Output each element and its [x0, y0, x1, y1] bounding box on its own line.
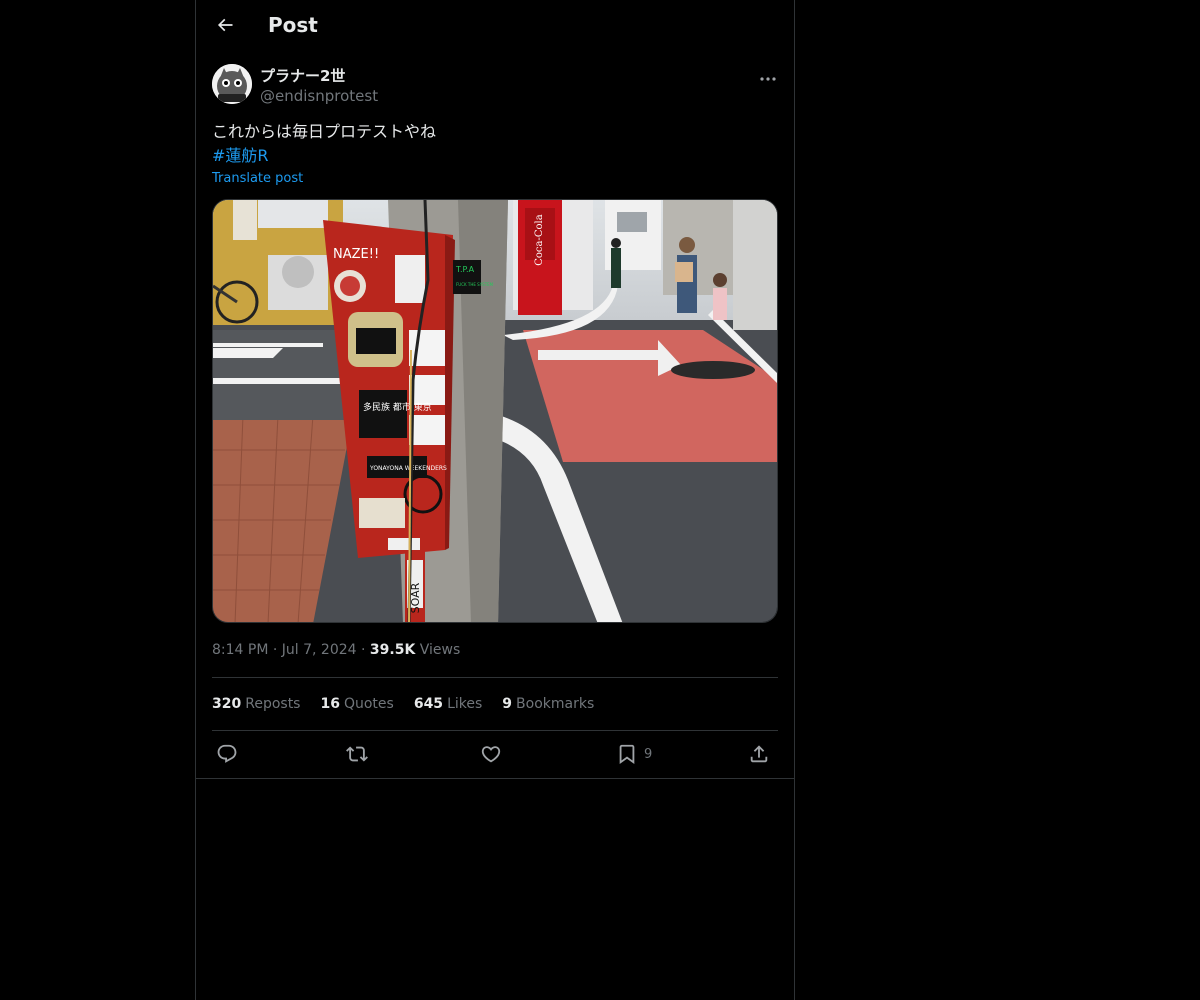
- likes-count: 645: [413, 696, 444, 712]
- reply-button[interactable]: [216, 738, 238, 770]
- bookmark-icon: [616, 743, 638, 765]
- sticker-tokyo: 多民族 都市 東京: [363, 401, 432, 413]
- post-text: これからは毎日プロテストやね: [212, 122, 437, 141]
- quotes-count: 16: [320, 696, 340, 712]
- post-actions: 9: [212, 738, 778, 770]
- quotes-label: Quotes: [343, 696, 394, 712]
- share-icon: [748, 743, 770, 765]
- main-column: Post プラナー2世 @endisnprotest これからは毎日プロテストや…: [195, 0, 795, 1000]
- divider: [196, 778, 794, 779]
- hashtag-link[interactable]: #蓮舫R: [212, 144, 269, 168]
- bookmarks-count: 9: [502, 696, 513, 712]
- like-button[interactable]: [480, 738, 502, 770]
- meta-separator: ·: [272, 642, 282, 658]
- back-arrow-icon: [215, 15, 235, 39]
- street-photo-image: Coca-Cola NAZE!! 多民族 都市 東京 YONAYONA WEEK…: [213, 200, 777, 622]
- avatar[interactable]: [212, 64, 252, 104]
- post-time[interactable]: 8:14 PM: [212, 642, 268, 658]
- bookmarks-stat[interactable]: 9 Bookmarks: [502, 696, 594, 712]
- coca-cola-label: Coca-Cola: [534, 214, 545, 265]
- repost-icon: [346, 743, 368, 765]
- bookmark-count: 9: [644, 746, 653, 762]
- more-icon: [760, 66, 776, 85]
- page-title: Post: [268, 13, 318, 37]
- translate-post-link[interactable]: Translate post: [212, 171, 303, 186]
- reposts-label: Reposts: [245, 696, 301, 712]
- reposts-stat[interactable]: 320 Reposts: [212, 696, 300, 712]
- author-handle[interactable]: @endisnprotest: [260, 87, 378, 105]
- sticker-naze: NAZE!!: [333, 247, 379, 262]
- likes-stat[interactable]: 645 Likes: [414, 696, 482, 712]
- sticker-system: FUCK THE SYSTEM: [456, 282, 494, 287]
- sticker-yonayona: YONAYONA WEEKENDERS: [369, 465, 447, 472]
- reply-icon: [216, 743, 238, 765]
- share-button[interactable]: [748, 738, 770, 770]
- like-icon: [480, 743, 502, 765]
- likes-label: Likes: [447, 696, 483, 712]
- divider: [212, 677, 778, 678]
- meta-separator: ·: [361, 642, 370, 658]
- page-header: Post: [196, 0, 794, 53]
- repost-button[interactable]: [346, 738, 368, 770]
- bookmark-button[interactable]: 9: [616, 738, 652, 770]
- post-photo[interactable]: Coca-Cola NAZE!! 多民族 都市 東京 YONAYONA WEEK…: [212, 199, 778, 623]
- post-stats: 320 Reposts 16 Quotes 645 Likes 9 Bookmarks: [212, 696, 594, 712]
- quotes-stat[interactable]: 16 Quotes: [320, 696, 393, 712]
- more-options-button[interactable]: [756, 64, 780, 86]
- post-date[interactable]: Jul 7, 2024: [282, 642, 357, 658]
- views-count: 39.5K: [369, 642, 416, 658]
- reposts-count: 320: [212, 696, 242, 712]
- back-button[interactable]: [208, 10, 242, 44]
- divider: [212, 730, 778, 731]
- views-label: Views: [419, 642, 461, 658]
- sticker-tpa: T.P.A: [455, 265, 475, 274]
- author-display-name[interactable]: プラナー2世: [260, 65, 345, 86]
- bookmarks-label: Bookmarks: [516, 696, 595, 712]
- post-meta: 8:14 PM · Jul 7, 2024 · 39.5K Views: [212, 642, 460, 658]
